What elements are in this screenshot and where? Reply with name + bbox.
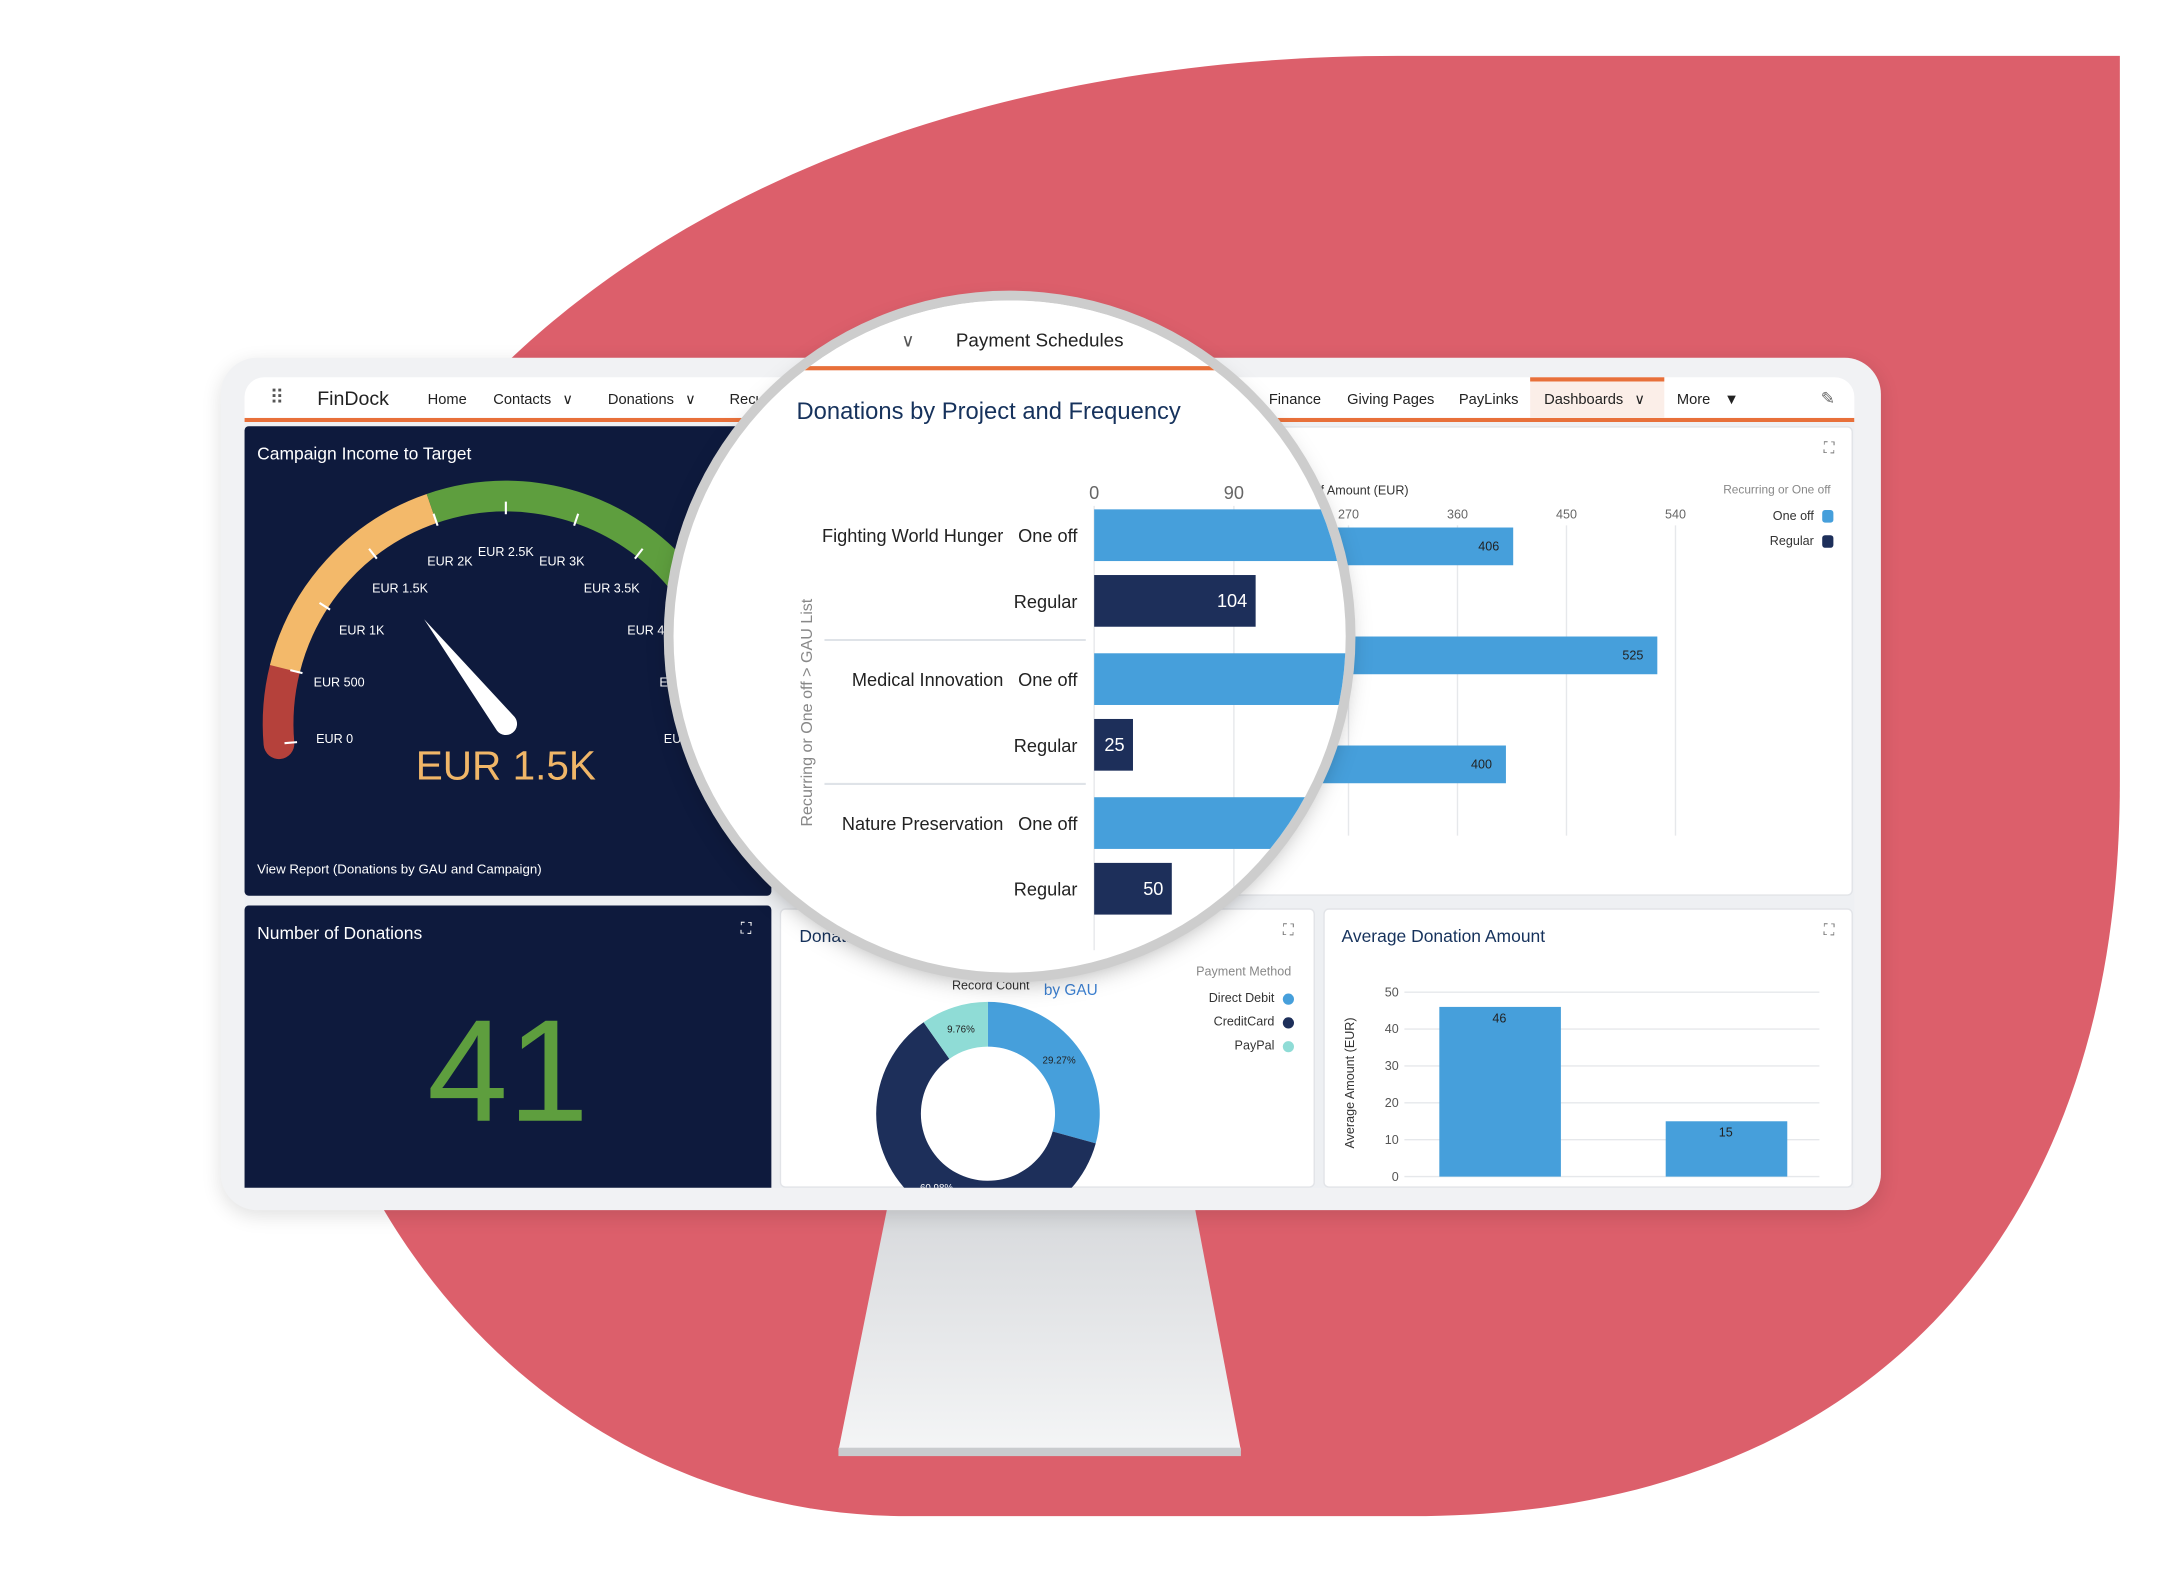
slice-label: 9.76%	[947, 1025, 975, 1036]
average-amount-bar-chart: 0 10 20 30 40 50 46 15 Average Amount (EUR)	[1343, 985, 1820, 1184]
nav-paylinks[interactable]: PayLinks	[1459, 391, 1519, 408]
nav-giving-pages[interactable]: Giving Pages	[1347, 391, 1434, 408]
donation-count: 41	[427, 990, 589, 1153]
slice-label: 60.98%	[920, 1183, 953, 1188]
data-label: 25	[1104, 735, 1124, 755]
legend-label: Regular	[1769, 533, 1814, 548]
caret-down-icon[interactable]: ▼	[1724, 391, 1739, 408]
expand-icon[interactable]: ⛶	[1824, 441, 1835, 457]
x-tick-label: 0	[1089, 483, 1099, 503]
nav-donations-label: Donations	[607, 391, 674, 409]
gauge-tick-label: EUR 4K	[627, 623, 673, 637]
legend-item-one-off: One off	[1663, 508, 1834, 523]
y-tick-label: 10	[1385, 1133, 1399, 1147]
chevron-down-icon[interactable]: ∨	[1634, 391, 1645, 408]
nav-dashboards-label: Dashboards	[1544, 391, 1624, 409]
gauge-tick-label: EUR 1.5K	[372, 582, 428, 596]
data-label: 15	[1719, 1126, 1733, 1140]
app-grid-icon[interactable]: ⠿	[270, 386, 284, 410]
nav-more-label: More	[1676, 391, 1711, 409]
legend-title: Recurring or One off	[1723, 482, 1831, 497]
project-label: Nature Preservation	[842, 814, 1003, 834]
bar	[1439, 1006, 1561, 1177]
marketing-scene: ⠿ FinDock Home Contacts ∨ Donations ∨ Recu…	[0, 0, 2180, 1571]
y-tick-label: 30	[1385, 1059, 1399, 1073]
gauge-tick	[284, 741, 298, 745]
gauge-tick-label: EUR 3K	[539, 555, 585, 569]
legend-item-regular: Regular	[1663, 533, 1834, 548]
y-tick-label: 50	[1385, 985, 1399, 999]
frequency-label: One off	[1018, 670, 1078, 690]
x-tick-label: 90	[1224, 483, 1244, 503]
gauge-tick-label: EUR 500	[314, 675, 365, 689]
panel-title: Number of Donations	[257, 923, 423, 944]
data-label: 50	[1143, 879, 1163, 899]
nav-contacts-label: Contacts	[493, 391, 552, 409]
gauge-tick-label: EUR 2.5K	[478, 545, 534, 559]
y-tick-label: 20	[1385, 1096, 1399, 1110]
frequency-label: Regular	[1014, 592, 1078, 612]
donut-slice	[987, 1001, 1100, 1144]
nav-contacts[interactable]: Contacts ∨	[493, 391, 573, 408]
gauge-tick-label: EUR 0	[316, 732, 353, 746]
legend-label: One off	[1772, 508, 1814, 523]
magnifier-lens: ∨ Payment Schedules Donations by Project…	[673, 300, 1346, 973]
y-tick-label: 0	[1392, 1170, 1399, 1184]
nav-home[interactable]: Home	[428, 391, 467, 408]
bar-one-off	[1094, 509, 1346, 562]
frequency-label: One off	[1018, 814, 1078, 834]
legend-swatch	[1822, 535, 1834, 548]
slice-label: 29.27%	[1043, 1056, 1076, 1067]
bar-one-off	[1094, 653, 1346, 705]
chevron-down-icon[interactable]: ∨	[562, 391, 573, 408]
gauge-tick-label: EUR 2K	[427, 555, 473, 569]
gauge-value: EUR 1.5K	[415, 744, 596, 790]
nav-more[interactable]: More ▼	[1677, 391, 1739, 408]
y-tick-label: 40	[1385, 1022, 1399, 1036]
pencil-icon[interactable]: ✎	[1821, 388, 1835, 408]
gauge-band	[262, 653, 301, 760]
magnified-bar-chart: 090180270360450540406One off104RegularFi…	[822, 483, 1346, 951]
app-name: FinDock	[317, 387, 389, 410]
monitor-stand	[838, 1207, 1241, 1457]
gauge-tick-label: EUR 3.5K	[584, 582, 640, 596]
y-axis-title: Average Amount (EUR)	[1343, 1017, 1357, 1148]
project-label: Fighting World Hunger	[822, 526, 1003, 546]
nav-dashboards[interactable]: Dashboards ∨	[1544, 391, 1645, 408]
frequency-label: Regular	[1014, 736, 1078, 756]
gauge-needle	[424, 619, 518, 736]
project-label: Medical Innovation	[852, 670, 1003, 690]
gauge-tick-label: EUR 1K	[339, 623, 385, 637]
legend-swatch	[1822, 510, 1834, 523]
bar-one-off	[1094, 797, 1346, 849]
frequency-label: One off	[1018, 526, 1078, 546]
frequency-label: Regular	[1014, 880, 1078, 900]
data-label: 46	[1492, 1011, 1506, 1025]
data-label: 104	[1217, 591, 1247, 611]
